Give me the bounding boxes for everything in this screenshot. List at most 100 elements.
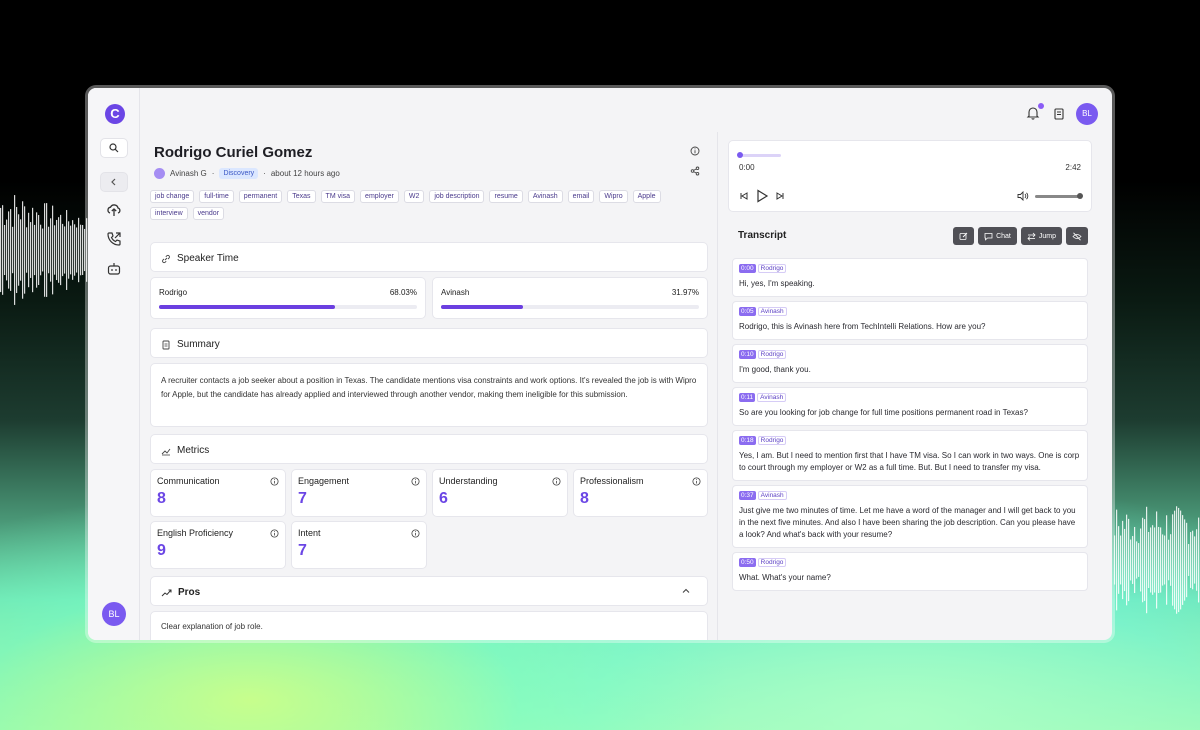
wave-bar (1152, 525, 1154, 595)
tag[interactable]: interview (150, 207, 188, 220)
chevron-up-icon[interactable] (681, 586, 691, 596)
speaker-bar-track (441, 305, 699, 309)
tag[interactable]: TM visa (320, 190, 356, 203)
tag[interactable]: Avinash (527, 190, 563, 203)
wave-bar (52, 205, 54, 295)
info-icon[interactable] (552, 477, 561, 486)
wave-bar (38, 215, 40, 285)
play-icon[interactable] (755, 189, 769, 203)
timestamp[interactable]: 0:05 (739, 307, 756, 316)
wave-bar (74, 224, 76, 276)
stage-badge[interactable]: Discovery (219, 168, 259, 179)
skip-forward-icon[interactable] (775, 191, 785, 201)
info-icon[interactable] (270, 529, 279, 538)
transcript-entry[interactable]: 0:50 Rodrigo What. What's your name? (732, 552, 1088, 591)
wave-bar (1136, 541, 1138, 579)
volume-icon[interactable] (1017, 191, 1029, 201)
timestamp[interactable]: 0:37 (739, 491, 756, 500)
volume-slider[interactable] (1035, 192, 1083, 199)
wave-bar (1150, 527, 1152, 593)
timestamp[interactable]: 0:10 (739, 350, 756, 359)
app-window: C BL BL Rodrigo Curiel Gomez Avinash G ·… (88, 88, 1112, 640)
speaker-time-header: Speaker Time (150, 242, 708, 272)
share-icon[interactable] (690, 166, 700, 176)
volume-handle[interactable] (1077, 192, 1083, 199)
wave-bar (1154, 527, 1156, 593)
tag[interactable]: resume (489, 190, 523, 203)
tag[interactable]: full-time (199, 190, 234, 203)
speaker-card-rodrigo: Rodrigo 68.03% (150, 277, 426, 319)
document-icon[interactable] (1052, 107, 1066, 121)
tag[interactable]: employer (360, 190, 399, 203)
tag[interactable]: Texas (287, 190, 316, 203)
transcript-entry[interactable]: 0:37 Avinash Just give me two minutes of … (732, 485, 1088, 548)
collapse-button[interactable] (100, 172, 128, 192)
speaker-percent: 31.97% (671, 288, 699, 297)
header-avatar[interactable]: BL (1076, 103, 1098, 125)
info-icon[interactable] (270, 477, 279, 486)
sidebar: C BL (88, 88, 140, 640)
app-logo[interactable]: C (105, 104, 125, 124)
phone-outgoing-icon[interactable] (106, 231, 122, 247)
wave-bar (18, 214, 20, 286)
pros-header[interactable]: Pros (150, 576, 708, 606)
tag[interactable]: Wipro (599, 190, 628, 203)
timestamp[interactable]: 0:18 (739, 436, 756, 445)
info-icon[interactable] (411, 477, 420, 486)
summary-card: A recruiter contacts a job seeker about … (150, 363, 708, 427)
wave-bar (32, 207, 34, 293)
speaker-time-title: Speaker Time (177, 253, 239, 264)
wave-bar (26, 227, 28, 273)
wave-bar (1180, 510, 1182, 610)
wave-bar (1132, 536, 1134, 584)
tag[interactable]: job description (429, 190, 485, 203)
hide-button[interactable] (1066, 227, 1088, 245)
transcript-entry[interactable]: 0:11 Avinash So are you looking for job c… (732, 387, 1088, 426)
wave-bar (64, 226, 66, 274)
edit-button[interactable] (953, 227, 975, 245)
wave-bar (1134, 526, 1136, 594)
wave-bar (1196, 529, 1198, 591)
metric-value: 9 (157, 542, 166, 559)
user-avatar[interactable]: BL (102, 602, 126, 626)
tag[interactable]: vendor (192, 207, 225, 220)
chat-button[interactable]: Chat (978, 227, 1017, 245)
info-icon[interactable] (690, 146, 700, 156)
skip-back-icon[interactable] (739, 191, 749, 201)
jump-label: Jump (1038, 232, 1056, 240)
wave-bar (1130, 539, 1132, 581)
wave-bar (4, 224, 6, 276)
tag[interactable]: job change (150, 190, 195, 203)
pros-card: Clear explanation of job role. (150, 611, 708, 640)
wave-bar (44, 203, 46, 297)
wave-bar (46, 203, 48, 297)
speaker-tag: Rodrigo (757, 350, 787, 359)
wave-bar (1184, 519, 1186, 601)
owner-avatar (154, 168, 165, 179)
tag[interactable]: Apple (632, 190, 661, 203)
upload-cloud-icon[interactable] (106, 202, 122, 218)
transcript-entry[interactable]: 0:05 Avinash Rodrigo, this is Avinash her… (732, 301, 1088, 340)
speaker-name: Avinash (441, 288, 470, 297)
transcript-entry[interactable]: 0:00 Rodrigo Hi, yes, I'm speaking. (732, 258, 1088, 297)
search-button[interactable] (100, 138, 128, 158)
bot-icon[interactable] (106, 261, 122, 277)
wave-bar (36, 212, 38, 288)
tag[interactable]: email (567, 190, 595, 203)
timestamp[interactable]: 0:50 (739, 558, 756, 567)
tag[interactable]: W2 (403, 190, 425, 203)
timestamp[interactable]: 0:11 (739, 393, 756, 402)
tag[interactable]: permanent (238, 190, 283, 203)
entry-text: Hi, yes, I'm speaking. (739, 279, 815, 288)
chat-label: Chat (996, 232, 1011, 240)
playback-handle[interactable] (737, 152, 743, 158)
timestamp[interactable]: 0:00 (739, 264, 756, 273)
transcript-entry[interactable]: 0:18 Rodrigo Yes, I am. But I need to men… (732, 430, 1088, 481)
info-icon[interactable] (692, 477, 701, 486)
playback-progress[interactable] (737, 152, 781, 158)
notifications-button[interactable] (1026, 103, 1044, 122)
metric-understanding: Understanding 6 (432, 469, 568, 517)
jump-button[interactable]: Jump (1020, 227, 1062, 245)
transcript-entry[interactable]: 0:10 Rodrigo I'm good, thank you. (732, 344, 1088, 383)
info-icon[interactable] (411, 529, 420, 538)
